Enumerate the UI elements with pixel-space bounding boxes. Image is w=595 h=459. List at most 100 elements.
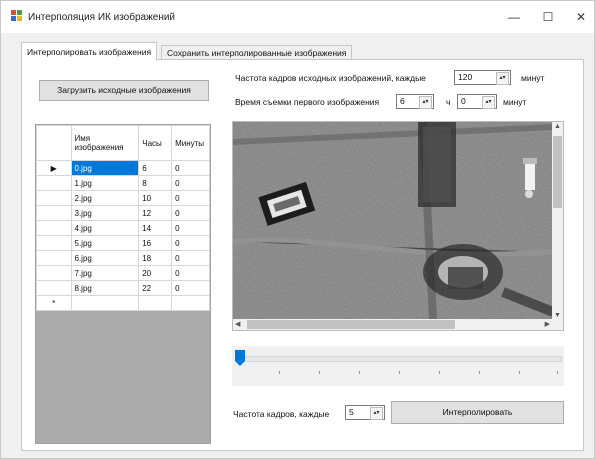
grid-cell-hours[interactable] (138, 295, 173, 311)
grid-header-row: Имя изображения Часы Минуты (36, 125, 210, 161)
scrollbar-thumb[interactable] (247, 320, 455, 329)
table-row[interactable]: 6.jpg 18 0 (36, 250, 210, 266)
load-images-button[interactable]: Загрузить исходные изображения (39, 80, 209, 101)
app-window: Интерполяция ИК изображений — ☐ ✕ Интерп… (0, 0, 595, 459)
output-rate-value: 5 (349, 407, 354, 417)
grid-header-hours[interactable]: Часы (138, 125, 173, 161)
frame-rate-input[interactable]: 120 ▴▾ (454, 70, 511, 85)
grid-cell-hours[interactable]: 16 (138, 235, 173, 251)
slider-track[interactable] (240, 356, 562, 362)
new-row[interactable]: * (36, 295, 210, 311)
tab-interpolate[interactable]: Интерполировать изображения (21, 42, 158, 61)
grid-header-name[interactable]: Имя изображения (70, 125, 140, 161)
scrollbar-thumb[interactable] (553, 136, 562, 208)
slider-tick (279, 371, 280, 374)
grid-cell-name[interactable]: 1.jpg (70, 175, 140, 191)
spin-updown-icon[interactable]: ▴▾ (370, 407, 383, 420)
grid-cell-minutes[interactable]: 0 (171, 175, 210, 191)
grid-cell-minutes[interactable]: 0 (171, 265, 210, 281)
grid-cell-minutes[interactable]: 0 (171, 280, 210, 296)
interpolate-button[interactable]: Интерполировать (391, 401, 564, 424)
image-viewer[interactable]: ▲ ▼ ◀ ▶ (232, 121, 564, 331)
grid-cell-minutes[interactable]: 0 (171, 250, 210, 266)
grid-cell-hours[interactable]: 14 (138, 220, 173, 236)
row-header[interactable] (36, 205, 72, 221)
slider-tick (359, 371, 360, 374)
table-row[interactable]: 3.jpg 12 0 (36, 205, 210, 221)
row-header[interactable] (36, 220, 72, 236)
grid-cell-minutes[interactable]: 0 (171, 235, 210, 251)
grid-cell-name[interactable]: 2.jpg (70, 190, 140, 206)
grid-cell-minutes[interactable]: 0 (171, 220, 210, 236)
table-row[interactable]: ▶ 0.jpg 6 0 (36, 160, 210, 176)
window-title: Интерполяция ИК изображений (28, 12, 176, 23)
scroll-down-icon[interactable]: ▼ (554, 312, 561, 319)
grid-cell-name[interactable]: 3.jpg (70, 205, 140, 221)
frame-rate-value: 120 (458, 72, 473, 82)
table-row[interactable]: 1.jpg 8 0 (36, 175, 210, 191)
grid-cell-hours[interactable]: 10 (138, 190, 173, 206)
first-minutes-value: 0 (461, 96, 466, 106)
first-hours-input[interactable]: 6 ▴▾ (396, 94, 434, 109)
close-button[interactable]: ✕ (567, 7, 595, 27)
row-header[interactable] (36, 265, 72, 281)
first-hours-value: 6 (400, 96, 405, 106)
infrared-image (233, 122, 553, 320)
row-header[interactable] (36, 280, 72, 296)
scroll-left-icon[interactable]: ◀ (235, 320, 240, 328)
slider-tick (399, 371, 400, 374)
grid-cell-name[interactable]: 0.jpg (70, 160, 140, 176)
minimize-button[interactable]: — (500, 7, 528, 27)
row-header[interactable] (36, 235, 72, 251)
slider-tick (439, 371, 440, 374)
scrollbar-corner (552, 319, 563, 330)
hours-unit: ч (446, 97, 451, 107)
grid-cell-minutes[interactable]: 0 (171, 160, 210, 176)
current-row-marker: ▶ (36, 160, 72, 176)
slider-tick (479, 371, 480, 374)
images-grid[interactable]: Имя изображения Часы Минуты ▶ 0.jpg 6 0 … (35, 124, 211, 444)
grid-cell-hours[interactable]: 18 (138, 250, 173, 266)
frame-rate-label: Частота кадров исходных изображений, каж… (235, 73, 426, 83)
spin-updown-icon[interactable]: ▴▾ (496, 72, 509, 85)
image-vertical-scrollbar[interactable]: ▲ ▼ (552, 122, 563, 320)
scroll-right-icon[interactable]: ▶ (545, 320, 550, 328)
grid-cell-minutes[interactable]: 0 (171, 190, 210, 206)
grid-cell-minutes[interactable]: 0 (171, 205, 210, 221)
output-rate-input[interactable]: 5 ▴▾ (345, 405, 385, 420)
spin-updown-icon[interactable]: ▴▾ (419, 96, 432, 109)
spin-updown-icon[interactable]: ▴▾ (482, 96, 495, 109)
minutes-unit: минут (503, 97, 527, 107)
row-header[interactable] (36, 250, 72, 266)
title-bar: Интерполяция ИК изображений — ☐ ✕ (1, 1, 594, 33)
first-time-label: Время съемки первого изображения (235, 97, 380, 107)
table-row[interactable]: 8.jpg 22 0 (36, 280, 210, 296)
grid-cell-hours[interactable]: 22 (138, 280, 173, 296)
new-row-marker: * (36, 295, 72, 311)
maximize-button[interactable]: ☐ (534, 7, 562, 27)
table-row[interactable]: 4.jpg 14 0 (36, 220, 210, 236)
row-header[interactable] (36, 175, 72, 191)
table-row[interactable]: 7.jpg 20 0 (36, 265, 210, 281)
table-row[interactable]: 5.jpg 16 0 (36, 235, 210, 251)
grid-cell-minutes[interactable] (171, 295, 210, 311)
slider-thumb[interactable] (235, 350, 245, 366)
image-horizontal-scrollbar[interactable]: ◀ ▶ (233, 319, 552, 330)
slider-tick (519, 371, 520, 374)
first-minutes-input[interactable]: 0 ▴▾ (457, 94, 497, 109)
grid-cell-hours[interactable]: 6 (138, 160, 173, 176)
grid-header-minutes[interactable]: Минуты (171, 125, 210, 161)
scroll-up-icon[interactable]: ▲ (554, 123, 561, 130)
frame-slider[interactable] (232, 346, 564, 386)
table-row[interactable]: 2.jpg 10 0 (36, 190, 210, 206)
grid-cell-hours[interactable]: 20 (138, 265, 173, 281)
row-header[interactable] (36, 190, 72, 206)
grid-cell-hours[interactable]: 12 (138, 205, 173, 221)
grid-cell-name[interactable]: 6.jpg (70, 250, 140, 266)
grid-cell-name[interactable]: 8.jpg (70, 280, 140, 296)
grid-cell-name[interactable]: 7.jpg (70, 265, 140, 281)
grid-cell-name[interactable] (70, 295, 140, 311)
grid-cell-name[interactable]: 5.jpg (70, 235, 140, 251)
grid-cell-name[interactable]: 4.jpg (70, 220, 140, 236)
grid-cell-hours[interactable]: 8 (138, 175, 173, 191)
